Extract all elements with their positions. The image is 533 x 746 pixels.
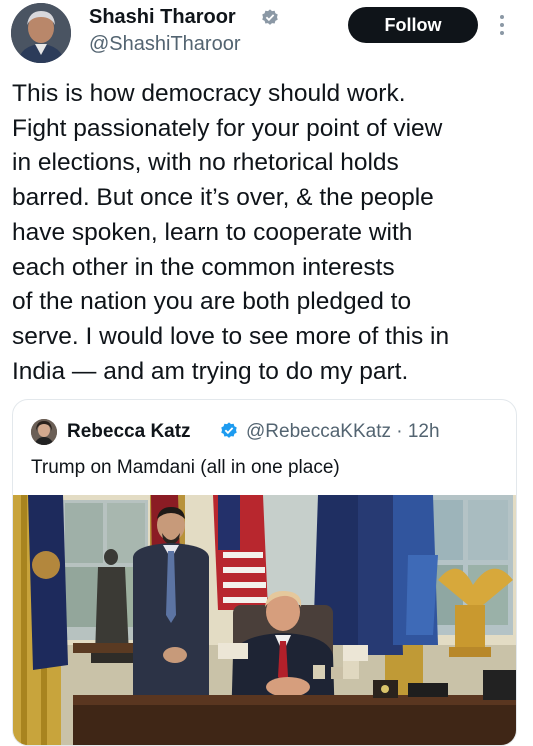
tweet-line: barred. But once it’s over, & the people (12, 184, 434, 212)
tweet-text: This is how democracy should work. Fight… (12, 77, 522, 389)
verified-badge-icon (262, 9, 278, 25)
tweet-line: of the nation you are both pledged to (12, 288, 412, 316)
tweet-line: Fight passionately for your point of vie… (12, 114, 443, 142)
quoted-media-photo[interactable] (13, 495, 516, 745)
follow-button[interactable]: Follow (348, 7, 478, 43)
tweet-line: serve. I would love to see more of this … (12, 322, 450, 350)
tweet-line: have spoken, learn to cooperate with (12, 218, 413, 246)
more-options-icon[interactable] (494, 12, 510, 40)
quoted-author-name[interactable]: Rebecca Katz (67, 420, 191, 444)
tweet-line: each other in the common interests (12, 253, 395, 281)
author-name[interactable]: Shashi Tharoor (89, 5, 236, 29)
quoted-tweet-card[interactable]: Rebecca Katz @RebeccaKKatz · 12h Trump o… (12, 399, 517, 746)
quoted-author-handle-time[interactable]: @RebeccaKKatz · 12h (246, 420, 440, 444)
tweet-line: in elections, with no rhetorical holds (12, 149, 399, 177)
quoted-tweet-text: Trump on Mamdani (all in one place) (31, 457, 340, 478)
author-handle[interactable]: @ShashiTharoor (89, 32, 240, 56)
author-avatar[interactable] (11, 3, 71, 63)
tweet-line: This is how democracy should work. (12, 80, 406, 107)
tweet-header: Shashi Tharoor @ShashiTharoor Follow (0, 0, 533, 70)
quoted-author-avatar[interactable] (31, 419, 57, 445)
verified-badge-icon (221, 422, 237, 438)
tweet-line: India — and am trying to do my part. (12, 357, 409, 385)
